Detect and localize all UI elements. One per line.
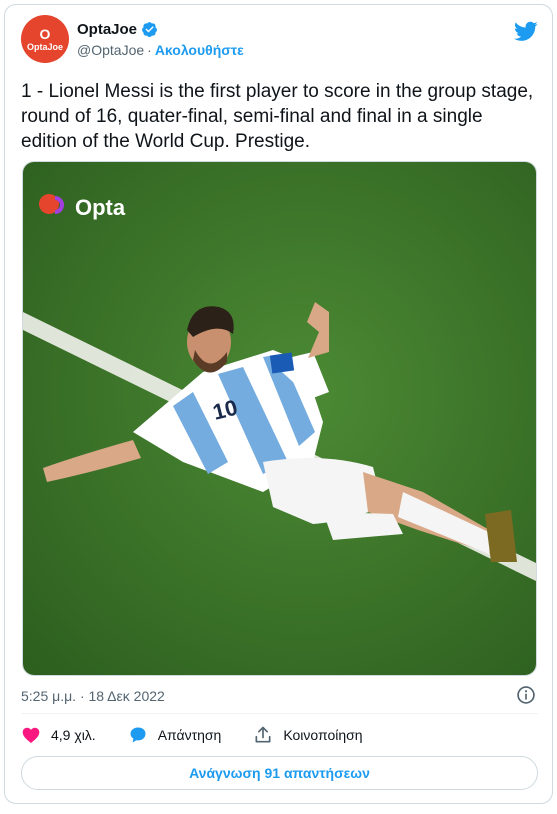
- opta-watermark: Opta: [75, 195, 126, 220]
- author-handle-row: @OptaJoe · Ακολουθήστε: [77, 42, 244, 58]
- twitter-bird-icon[interactable]: [514, 19, 538, 43]
- follow-button[interactable]: Ακολουθήστε: [155, 42, 244, 58]
- tweet-text: 1 - Lionel Messi is the first player to …: [21, 81, 534, 152]
- reply-bubble-icon: [130, 727, 146, 743]
- action-bar: 4,9 χιλ. Απάντηση Κοινοποίηση: [21, 723, 395, 747]
- heart-icon: [22, 727, 40, 743]
- author-display-name[interactable]: OptaJoe: [77, 21, 137, 38]
- share-icon: [255, 726, 271, 743]
- avatar[interactable]: O OptaJoe: [21, 15, 69, 63]
- handle-separator: ·: [147, 42, 152, 58]
- share-button[interactable]: Κοινοποίηση: [253, 725, 363, 745]
- info-icon[interactable]: [516, 685, 536, 705]
- like-button[interactable]: 4,9 χιλ.: [21, 725, 96, 745]
- avatar-glyph: O: [39, 25, 51, 42]
- tweet-photo[interactable]: 10 Opta: [22, 161, 537, 676]
- verified-badge-icon: [142, 22, 157, 38]
- tweet-card: O OptaJoe OptaJoe @OptaJoe · Ακολουθήστε 1…: [4, 4, 553, 804]
- avatar-brand-text: OptaJoe: [26, 41, 63, 52]
- reply-label: Απάντηση: [157, 727, 222, 743]
- divider-top: [21, 713, 538, 714]
- photo-canvas: 10 Opta: [23, 162, 536, 675]
- like-count: 4,9 χιλ.: [51, 727, 96, 743]
- read-replies-button[interactable]: Ανάγνωση 91 απαντήσεων: [21, 756, 538, 790]
- share-label: Κοινοποίηση: [283, 727, 363, 743]
- author-name-row: OptaJoe: [77, 21, 158, 38]
- tweet-timestamp[interactable]: 5:25 μ.μ. · 18 Δεκ 2022: [21, 688, 165, 704]
- reply-button[interactable]: Απάντηση: [128, 725, 222, 745]
- author-handle[interactable]: @OptaJoe: [77, 42, 144, 58]
